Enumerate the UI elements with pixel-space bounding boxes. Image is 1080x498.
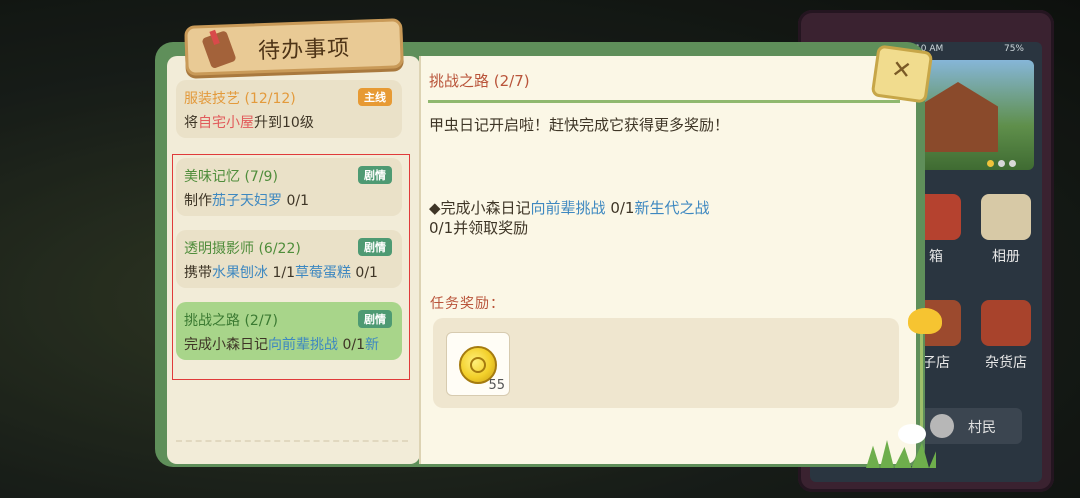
objective-highlight: 新生代之战 [634, 199, 710, 217]
objective-text: 0/1并领取奖励 [429, 219, 529, 237]
task-name: 服装技艺 (12/12) [184, 91, 296, 107]
carousel-dot [1009, 160, 1016, 167]
selection-highlight [172, 154, 410, 380]
yellow-flower-icon [908, 308, 942, 334]
reward-item-coin[interactable]: 55 [446, 332, 510, 396]
task-desc-text: 升到10级 [254, 115, 314, 131]
carousel-dots [987, 160, 1016, 167]
task-item-fashion[interactable]: 服装技艺 (12/12) 主线 将自宅小屋升到10级 [176, 80, 402, 138]
objective-highlight: 向前辈挑战 [530, 199, 606, 217]
detail-description: 甲虫日记开启啦！赶快完成它获得更多奖励！ [429, 116, 730, 134]
villager-button[interactable]: 村民 [918, 408, 1022, 444]
notebook-icon [201, 30, 237, 70]
phone-battery: 75% [1003, 44, 1024, 54]
daisy-icon [898, 424, 926, 444]
phone-app-label: 子店 [922, 355, 950, 371]
task-desc-highlight: 自宅小屋 [198, 115, 254, 131]
phone-app-label: 杂货店 [985, 355, 1027, 371]
phone-app-label: 相册 [992, 249, 1020, 265]
task-description: 将自宅小屋升到10级 [184, 112, 398, 132]
title-banner: 待办事项 [184, 18, 404, 76]
phone-app-label: 箱 [929, 249, 943, 265]
detail-divider [428, 100, 900, 103]
phone-app-grocery[interactable]: 杂货店 [976, 300, 1036, 372]
villager-icon [930, 414, 954, 438]
detail-title: 挑战之路 (2/7) [429, 72, 530, 90]
carousel-dot [987, 160, 994, 167]
reward-count: 55 [488, 378, 505, 393]
grocery-store-icon [981, 300, 1031, 346]
task-desc-text: 将 [184, 115, 198, 131]
phone-app-album[interactable]: 相册 [976, 194, 1036, 266]
close-icon: ✕ [889, 54, 914, 86]
divider [176, 440, 408, 442]
carousel-dot [998, 160, 1005, 167]
objective-text: 0/1 [605, 199, 635, 217]
detail-objective: ◆完成小森日记向前辈挑战 0/1新生代之战 0/1并领取奖励 [429, 198, 759, 238]
villager-label: 村民 [968, 420, 996, 436]
objective-text: ◆完成小森日记 [429, 199, 531, 217]
flower-stem [920, 330, 923, 430]
house-illustration [918, 82, 998, 152]
photo-album-icon [981, 194, 1031, 240]
main-quest-badge: 主线 [358, 88, 392, 106]
close-button[interactable]: ✕ [870, 44, 934, 104]
reward-label: 任务奖励： [430, 296, 505, 312]
page-title: 待办事项 [257, 36, 351, 65]
